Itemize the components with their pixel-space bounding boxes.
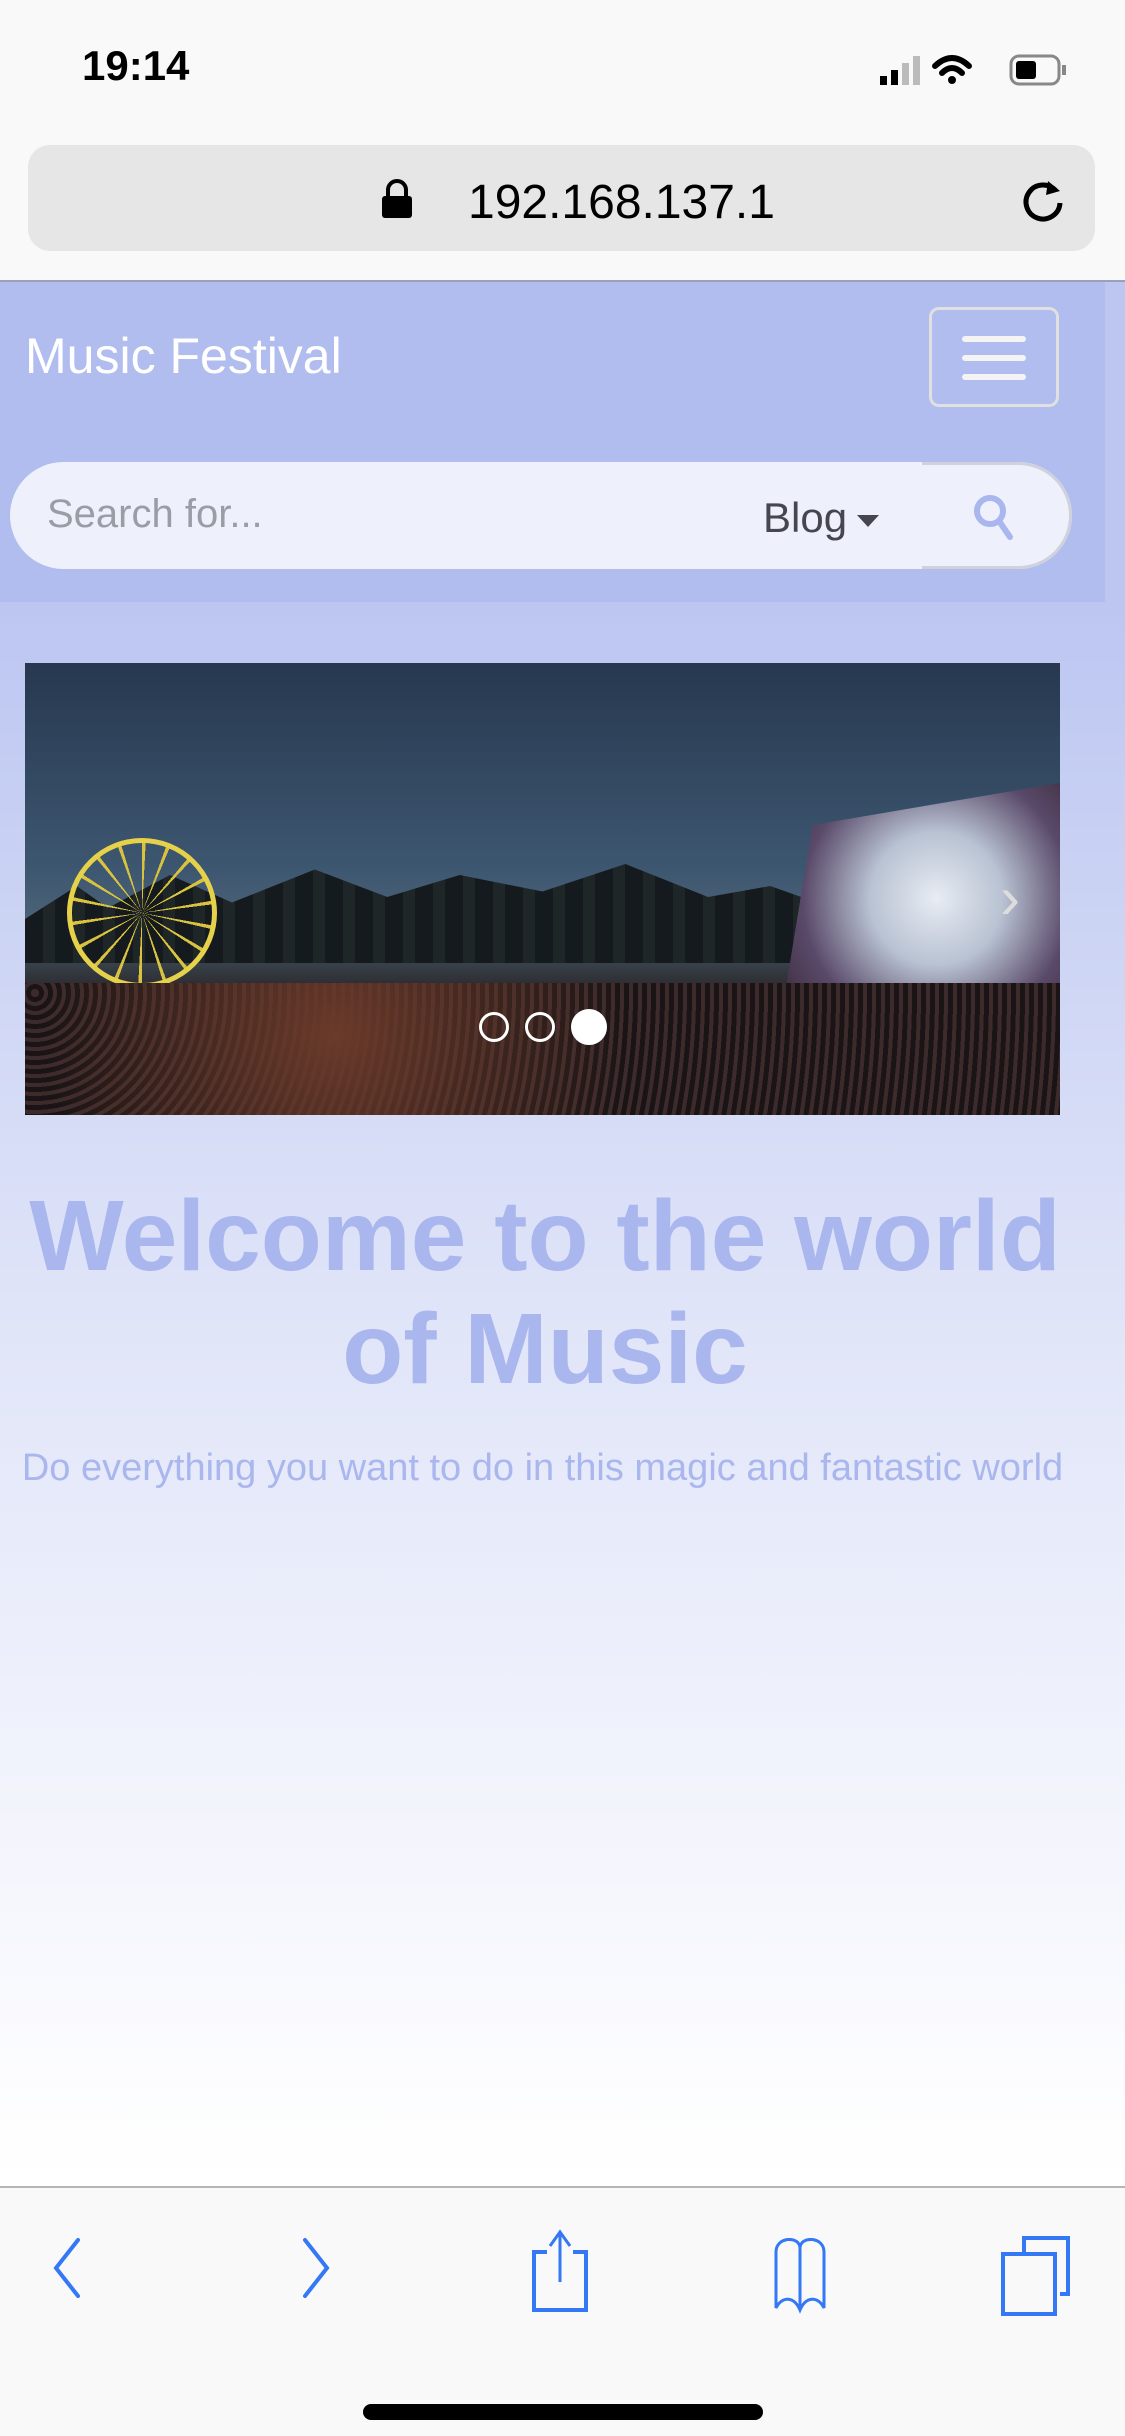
- battery-icon: [1009, 54, 1066, 86]
- reload-icon[interactable]: [1018, 175, 1068, 225]
- search-button[interactable]: [922, 462, 1072, 569]
- url-text: 192.168.137.1: [468, 176, 775, 229]
- hero-subtitle: Do everything you want to do in this mag…: [21, 1447, 1064, 1489]
- category-dropdown[interactable]: Blog: [763, 494, 880, 542]
- hero-title: Welcome to the world of Music: [29, 1180, 1061, 1405]
- search-icon: [974, 495, 1013, 540]
- crowd-image: [25, 983, 1060, 1115]
- carousel-indicator[interactable]: [524, 1012, 555, 1042]
- share-icon[interactable]: [525, 2228, 595, 2318]
- home-indicator: [363, 2404, 763, 2420]
- carousel-indicator-active[interactable]: [570, 1009, 607, 1045]
- status-icons: [880, 54, 1066, 86]
- search-input[interactable]: Search for...: [47, 492, 263, 537]
- search-bar: Search for... Blog: [10, 462, 1072, 569]
- carousel-indicators: [25, 1009, 1060, 1045]
- browser-address-bar: 192.168.137.1: [0, 140, 1125, 282]
- caret-down-icon: [857, 514, 880, 527]
- status-time: 19:14: [82, 42, 190, 89]
- bookmarks-icon[interactable]: [760, 2238, 840, 2318]
- ferris-wheel-image: [67, 838, 217, 988]
- wifi-icon: [932, 55, 972, 84]
- lock-icon: [382, 179, 412, 218]
- carousel-next-icon[interactable]: ›: [1000, 863, 1020, 932]
- carousel[interactable]: ›: [25, 663, 1060, 1115]
- forward-icon[interactable]: [295, 2228, 335, 2298]
- category-label: Blog: [763, 494, 848, 541]
- status-bar: 19:14: [0, 0, 1125, 140]
- signal-icon: [880, 56, 920, 85]
- url-field[interactable]: 192.168.137.1: [28, 145, 1095, 251]
- navbar-toggle-button[interactable]: [929, 307, 1059, 407]
- brand-link[interactable]: Music Festival: [25, 327, 342, 385]
- carousel-indicator[interactable]: [478, 1012, 509, 1042]
- browser-toolbar: [0, 2186, 1125, 2436]
- tabs-icon[interactable]: [998, 2232, 1078, 2322]
- back-icon[interactable]: [48, 2228, 88, 2298]
- navbar: Music Festival Search for... Blog: [0, 282, 1105, 602]
